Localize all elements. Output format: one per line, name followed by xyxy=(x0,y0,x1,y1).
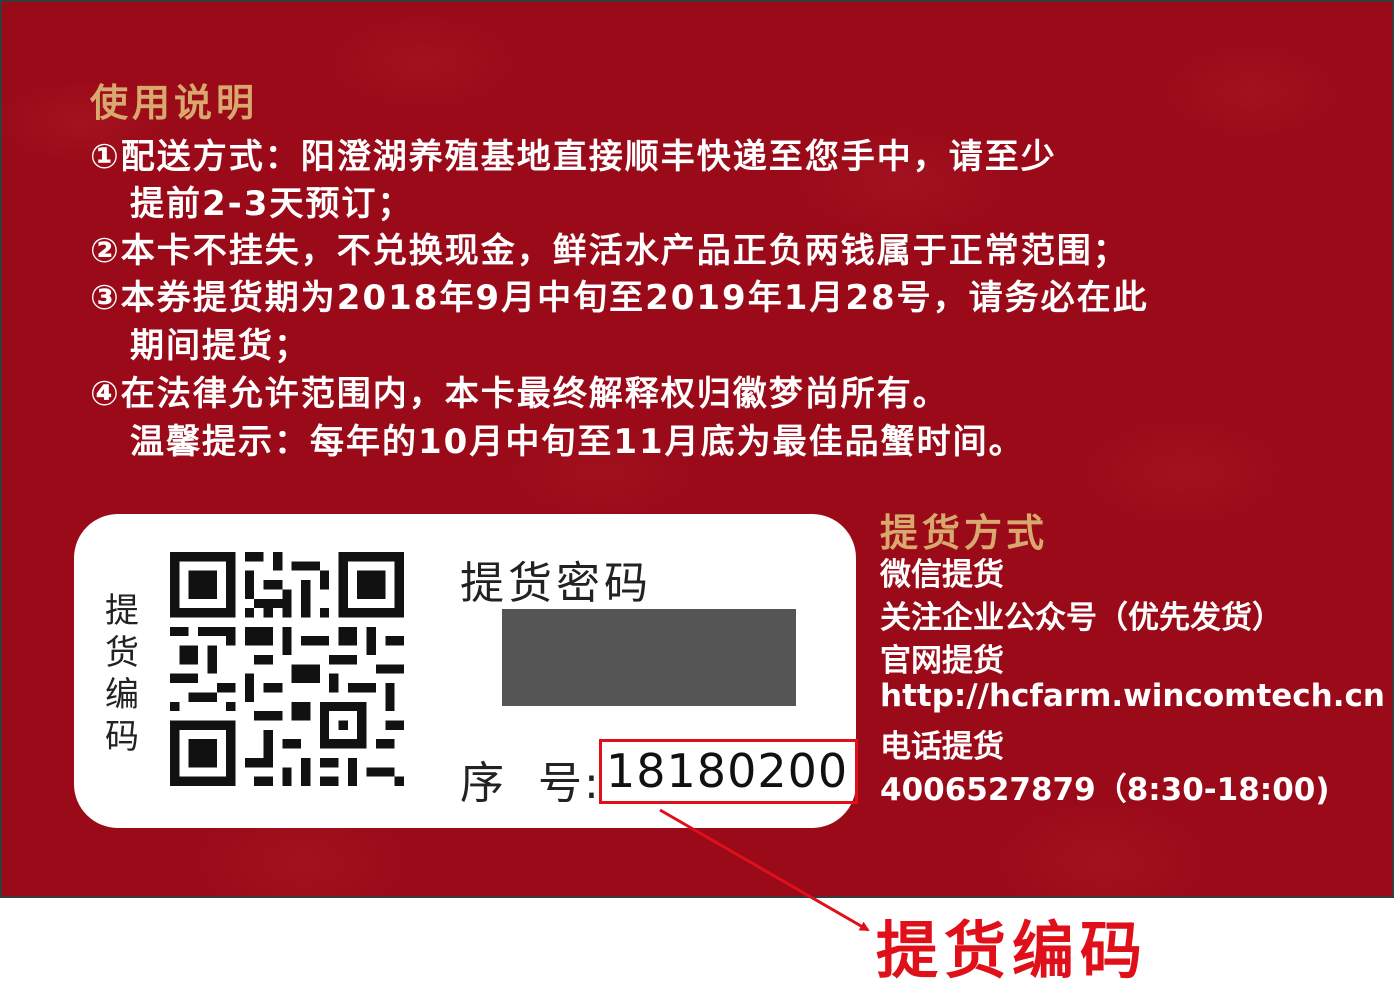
pickup-password-label: 提货密码 xyxy=(460,558,652,609)
usage-line-7: 温馨提示：每年的10月中旬至11月底为最佳品蟹时间。 xyxy=(130,422,1025,462)
usage-line-2: 提前2-3天预订； xyxy=(130,184,414,224)
pickup-password-cover xyxy=(502,609,796,706)
usage-line-1: ①配送方式：阳澄湖养殖基地直接顺丰快递至您手中，请至少 xyxy=(90,137,1057,177)
vertical-label-char: 提 xyxy=(105,591,139,631)
vertical-label-char: 码 xyxy=(105,717,139,757)
vertical-label-char: 编 xyxy=(105,675,139,715)
pickup-phone-number: 4006527879（8:30-18:00) xyxy=(880,772,1330,808)
usage-line-4: ③本券提货期为2018年9月中旬至2019年1月28号，请务必在此 xyxy=(90,278,1149,318)
pickup-code-vertical-label: 提 货 编 码 xyxy=(102,590,142,758)
usage-line-3: ②本卡不挂失，不兑换现金，鲜活水产品正负两钱属于正常范围； xyxy=(90,231,1129,271)
usage-title: 使用说明 xyxy=(90,81,259,125)
pickup-web-url[interactable]: http://hcfarm.wincomtech.cn xyxy=(880,678,1385,714)
usage-line-5: 期间提货； xyxy=(130,326,310,366)
pickup-wechat-detail: 关注企业公众号（优先发货） xyxy=(880,600,1283,636)
pickup-web-heading: 官网提货 xyxy=(880,643,1004,679)
voucher-card-back: 使用说明 ①配送方式：阳澄湖养殖基地直接顺丰快递至您手中，请至少 提前2-3天预… xyxy=(0,0,1394,898)
pickup-code-annotation: 提货编码 xyxy=(876,914,1149,987)
serial-number-value: 18180200 xyxy=(606,744,849,798)
vertical-label-char: 货 xyxy=(105,633,139,673)
pickup-wechat-heading: 微信提货 xyxy=(880,557,1004,593)
qr-code-icon xyxy=(170,552,404,786)
serial-number-label: 序 号: xyxy=(460,758,601,809)
pickup-phone-heading: 电话提货 xyxy=(880,729,1004,765)
usage-line-6: ④在法律允许范围内，本卡最终解释权归徽梦尚所有。 xyxy=(90,374,949,414)
